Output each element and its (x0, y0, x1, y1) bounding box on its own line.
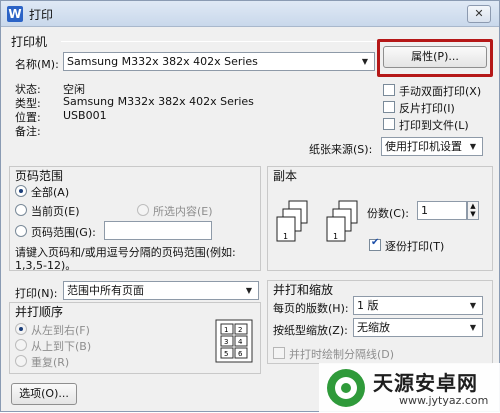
print-to-file-checkbox[interactable] (383, 118, 395, 130)
pages-per-sheet-select[interactable]: 1 版 ▼ (353, 296, 483, 315)
selection-radio[interactable] (137, 204, 149, 216)
copies-count-label: 份数(C): (367, 207, 409, 220)
selection-label: 所选内容(E) (153, 205, 213, 218)
comment-label: 备注: (15, 125, 41, 138)
printer-name-label: 名称(M): (15, 58, 59, 71)
options-button[interactable]: 选项(O)... (11, 383, 77, 405)
title-bar: W 打印 ✕ (1, 1, 499, 27)
print-what-select[interactable]: 范围中所有页面 ▼ (63, 281, 259, 300)
top-to-bottom-radio[interactable] (15, 339, 27, 351)
properties-button[interactable]: 属性(P)... (383, 46, 487, 68)
print-what-label: 打印(N): (15, 287, 58, 300)
grid-cell-label: 3 (224, 338, 228, 346)
print-to-file-label: 打印到文件(L) (399, 119, 469, 132)
chevron-down-icon: ▼ (469, 301, 477, 310)
manual-duplex-checkbox[interactable] (383, 84, 395, 96)
left-to-right-label: 从左到右(F) (31, 324, 90, 337)
current-page-label: 当前页(E) (31, 205, 80, 218)
collate-illustration-icon: 3 2 1 3 2 1 (276, 200, 358, 242)
grid-cell-label: 4 (238, 338, 243, 346)
copies-spinner[interactable]: ▲ ▼ (467, 201, 479, 220)
chevron-down-icon: ▼ (469, 323, 477, 332)
pages-per-sheet-label: 每页的版数(H): (273, 302, 349, 315)
dialog-title: 打印 (29, 8, 54, 22)
repeat-label: 重复(R) (31, 356, 70, 369)
reverse-print-checkbox[interactable] (383, 101, 395, 113)
left-to-right-radio[interactable] (15, 323, 27, 335)
collate-label: 逐份打印(T) (385, 240, 445, 253)
scale-value: 无缩放 (357, 321, 390, 334)
paper-source-label: 纸张来源(S): (309, 143, 373, 156)
watermark-url: www.jytyaz.com (399, 394, 489, 407)
top-to-bottom-label: 从上到下(B) (31, 340, 92, 353)
scale-select[interactable]: 无缩放 ▼ (353, 318, 483, 337)
watermark: 天源安卓网 www.jytyaz.com (319, 363, 500, 413)
printer-name-select[interactable]: Samsung M332x 382x 402x Series ▼ (63, 52, 375, 71)
page-range-label: 页码范围(G): (31, 226, 96, 239)
paper-source-select[interactable]: 使用打印机设置 ▼ (381, 137, 483, 156)
grid-cell-label: 1 (224, 326, 228, 334)
watermark-title: 天源安卓网 (373, 371, 478, 395)
stack-page-label: 1 (283, 232, 288, 241)
repeat-radio[interactable] (15, 355, 27, 367)
page-range-hint-line2: 1,3,5-12)。 (15, 259, 77, 272)
reverse-print-label: 反片打印(I) (399, 102, 455, 115)
print-dialog: W 打印 ✕ 打印机 名称(M): Samsung M332x 382x 402… (0, 0, 500, 413)
stack-page-label: 1 (333, 232, 338, 241)
grid-cell-label: 5 (224, 350, 228, 358)
printer-group-title: 打印机 (11, 35, 48, 49)
page-range-title: 页码范围 (15, 169, 64, 183)
location-value: USB001 (63, 109, 107, 122)
type-value: Samsung M332x 382x 402x Series (63, 95, 254, 108)
page-range-input[interactable] (104, 221, 212, 240)
page-range-radio[interactable] (15, 225, 27, 237)
collate-checkbox[interactable] (369, 237, 381, 251)
zoom-title: 并打和缩放 (273, 283, 334, 297)
print-what-value: 范围中所有页面 (67, 284, 144, 297)
chevron-down-icon: ▼ (245, 286, 253, 295)
pages-per-sheet-value: 1 版 (357, 299, 379, 312)
grid-cell-label: 6 (238, 350, 243, 358)
site-logo-icon (327, 369, 365, 407)
paper-source-value: 使用打印机设置 (385, 140, 462, 153)
all-pages-radio[interactable] (15, 185, 27, 197)
printer-name-value: Samsung M332x 382x 402x Series (67, 55, 258, 68)
grid-cell-label: 2 (238, 326, 242, 334)
draw-borders-label: 并打时绘制分隔线(D) (289, 348, 395, 361)
order-title: 并打顺序 (15, 305, 64, 319)
copies-title: 副本 (273, 169, 298, 183)
close-button[interactable]: ✕ (467, 5, 491, 23)
current-page-radio[interactable] (15, 204, 27, 216)
chevron-down-icon: ▼ (361, 57, 369, 66)
all-pages-label: 全部(A) (31, 186, 70, 199)
chevron-down-icon: ▼ (469, 142, 477, 151)
page-order-grid-icon: 1 2 3 4 5 6 (215, 319, 253, 363)
scale-label: 按纸型缩放(Z): (273, 324, 348, 337)
draw-borders-checkbox[interactable] (273, 347, 285, 359)
wps-writer-icon: W (7, 6, 23, 22)
manual-duplex-label: 手动双面打印(X) (399, 85, 482, 98)
copies-count-input[interactable]: 1 (417, 201, 467, 220)
